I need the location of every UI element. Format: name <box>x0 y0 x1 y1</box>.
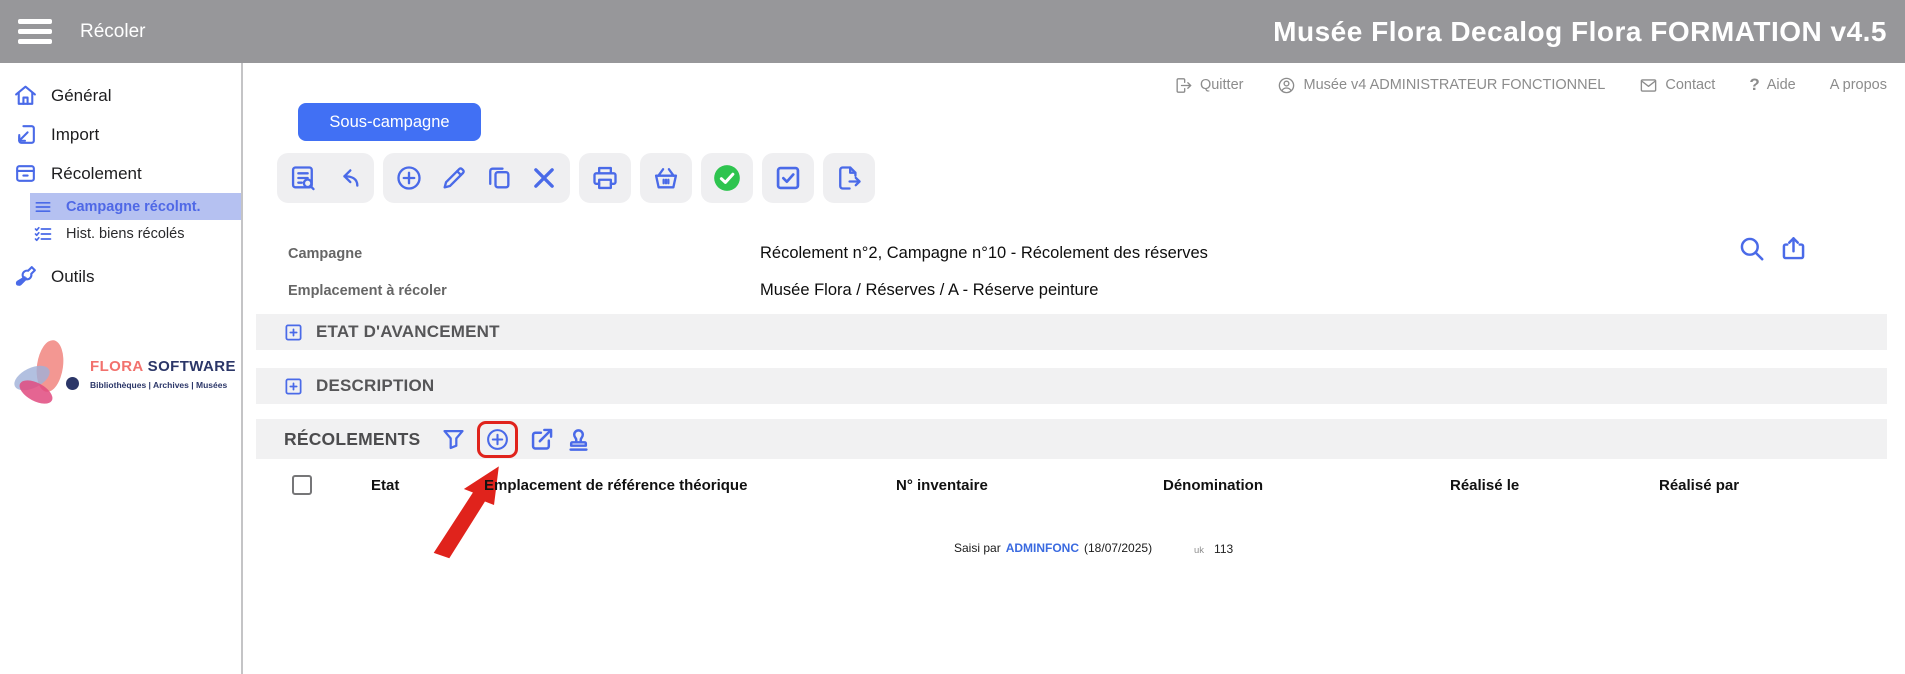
sidebar-item-label: Outils <box>51 267 94 287</box>
add-recolement-icon[interactable] <box>485 427 510 452</box>
uk-value: 113 <box>1214 542 1233 556</box>
main-content: Quitter Musée v4 ADMINISTRATEUR FONCTION… <box>243 63 1905 674</box>
apropos-link[interactable]: A propos <box>1830 77 1887 93</box>
expand-plus-icon[interactable] <box>284 377 303 396</box>
undo-icon <box>334 164 362 192</box>
field-label: Campagne <box>288 246 760 262</box>
green-check-icon <box>713 164 741 192</box>
quitter-link[interactable]: Quitter <box>1174 76 1244 95</box>
uk-label: uk <box>1194 545 1204 556</box>
app-title: Musée Flora Decalog Flora FORMATION v4.5 <box>1273 16 1887 48</box>
column-header-realise-le[interactable]: Réalisé le <box>1450 477 1519 494</box>
sidebar-item-label: Général <box>51 86 111 106</box>
toolbar-basket-button[interactable] <box>640 153 692 203</box>
flora-flower-icon <box>6 334 86 414</box>
tab-sous-campagne[interactable]: Sous-campagne <box>298 103 481 141</box>
upload-box-icon[interactable] <box>1780 235 1807 262</box>
sidebar-item-campagne-recolmt[interactable]: Campagne récolmt. <box>30 193 241 220</box>
home-icon <box>13 83 38 108</box>
flora-software-logo: FLORA SOFTWARE Bibliothèques | Archives … <box>0 334 241 414</box>
field-emplacement: Emplacement à récoler Musée Flora / Rése… <box>288 272 1208 309</box>
delete-x-icon <box>530 164 558 192</box>
logout-icon <box>1174 76 1193 95</box>
column-header-inventaire[interactable]: N° inventaire <box>896 477 988 494</box>
sidebar: Général Import Récolement Campagne récol… <box>0 63 243 674</box>
contact-link[interactable]: Contact <box>1639 76 1715 95</box>
file-export-icon <box>835 164 863 192</box>
user-links-bar: Quitter Musée v4 ADMINISTRATEUR FONCTION… <box>1174 75 1887 95</box>
logo-name: FLORA SOFTWARE <box>90 358 236 375</box>
aide-link[interactable]: ? Aide <box>1749 75 1795 95</box>
archive-box-icon <box>13 161 38 186</box>
expand-plus-icon[interactable] <box>284 323 303 342</box>
menu-lines-icon <box>33 197 53 217</box>
user-icon <box>1277 76 1296 95</box>
question-mark-icon: ? <box>1749 75 1759 95</box>
toolbar-validate-button[interactable] <box>701 153 753 203</box>
section-title: DESCRIPTION <box>316 376 434 396</box>
column-header-emplacement[interactable]: Emplacement de référence théorique <box>484 477 747 494</box>
sidebar-item-label: Campagne récolmt. <box>66 199 201 215</box>
add-circle-icon <box>395 164 423 192</box>
wrench-icon <box>13 264 38 289</box>
hamburger-menu-icon[interactable] <box>18 19 52 44</box>
app-label: Récoler <box>80 21 145 43</box>
basket-icon <box>652 164 680 192</box>
import-icon <box>13 122 38 147</box>
current-user[interactable]: Musée v4 ADMINISTRATEUR FONCTIONNEL <box>1277 76 1605 95</box>
record-fields: Campagne Récolement n°2, Campagne n°10 -… <box>288 235 1208 309</box>
recolements-actions <box>440 421 592 458</box>
copy-icon <box>485 164 513 192</box>
sidebar-item-outils[interactable]: Outils <box>0 257 241 296</box>
saisi-date: (18/07/2025) <box>1084 541 1152 555</box>
field-label: Emplacement à récoler <box>288 283 760 299</box>
add-recolement-highlight <box>477 421 518 458</box>
sidebar-item-general[interactable]: Général <box>0 76 241 115</box>
printer-icon <box>591 164 619 192</box>
section-etat-avancement[interactable]: ETAT D'AVANCEMENT <box>256 314 1887 350</box>
external-link-icon[interactable] <box>528 426 555 453</box>
logo-dot-icon <box>66 377 79 390</box>
check-square-icon <box>774 164 802 192</box>
recolements-title: RÉCOLEMENTS <box>284 429 420 450</box>
topbar: Récoler Musée Flora Decalog Flora FORMAT… <box>0 0 1905 63</box>
toolbar-export-button[interactable] <box>823 153 875 203</box>
toolbar <box>277 153 875 203</box>
quick-icons <box>1738 235 1807 262</box>
saisi-par-line: Saisi par ADMINFONC (18/07/2025) <box>954 541 1152 555</box>
uk-counter: uk 113 <box>1194 542 1233 556</box>
search-icon[interactable] <box>1738 235 1765 262</box>
filter-funnel-icon[interactable] <box>440 426 467 453</box>
list-search-icon <box>289 164 317 192</box>
sidebar-item-hist-biens-recoles[interactable]: Hist. biens récolés <box>30 220 241 247</box>
edit-pencil-icon <box>440 164 468 192</box>
field-campagne: Campagne Récolement n°2, Campagne n°10 -… <box>288 235 1208 272</box>
logo-tagline: Bibliothèques | Archives | Musées <box>90 380 236 390</box>
section-title: ETAT D'AVANCEMENT <box>316 322 500 342</box>
checklist-icon <box>33 224 53 244</box>
mail-icon <box>1639 76 1658 95</box>
saisi-user-link[interactable]: ADMINFONC <box>1006 541 1079 555</box>
column-header-etat[interactable]: Etat <box>371 477 399 494</box>
select-all-checkbox[interactable] <box>292 475 312 495</box>
field-value: Musée Flora / Réserves / A - Réserve pei… <box>760 281 1098 300</box>
sidebar-item-label: Import <box>51 125 99 145</box>
sidebar-item-label: Hist. biens récolés <box>66 226 184 242</box>
section-recolements: RÉCOLEMENTS <box>256 419 1887 459</box>
sidebar-item-label: Récolement <box>51 164 142 184</box>
toolbar-print-button[interactable] <box>579 153 631 203</box>
stamp-icon[interactable] <box>565 426 592 453</box>
sidebar-item-import[interactable]: Import <box>0 115 241 154</box>
recolements-table-header: Etat Emplacement de référence théorique … <box>243 473 1887 503</box>
saisi-prefix: Saisi par <box>954 541 1001 555</box>
toolbar-checksquare-button[interactable] <box>762 153 814 203</box>
column-header-denomination[interactable]: Dénomination <box>1163 477 1263 494</box>
field-value: Récolement n°2, Campagne n°10 - Récoleme… <box>760 244 1208 263</box>
toolbar-group-edit[interactable] <box>383 153 570 203</box>
column-header-realise-par[interactable]: Réalisé par <box>1659 477 1739 494</box>
section-description[interactable]: DESCRIPTION <box>256 368 1887 404</box>
toolbar-group-list-undo[interactable] <box>277 153 374 203</box>
sidebar-item-recolement[interactable]: Récolement <box>0 154 241 193</box>
